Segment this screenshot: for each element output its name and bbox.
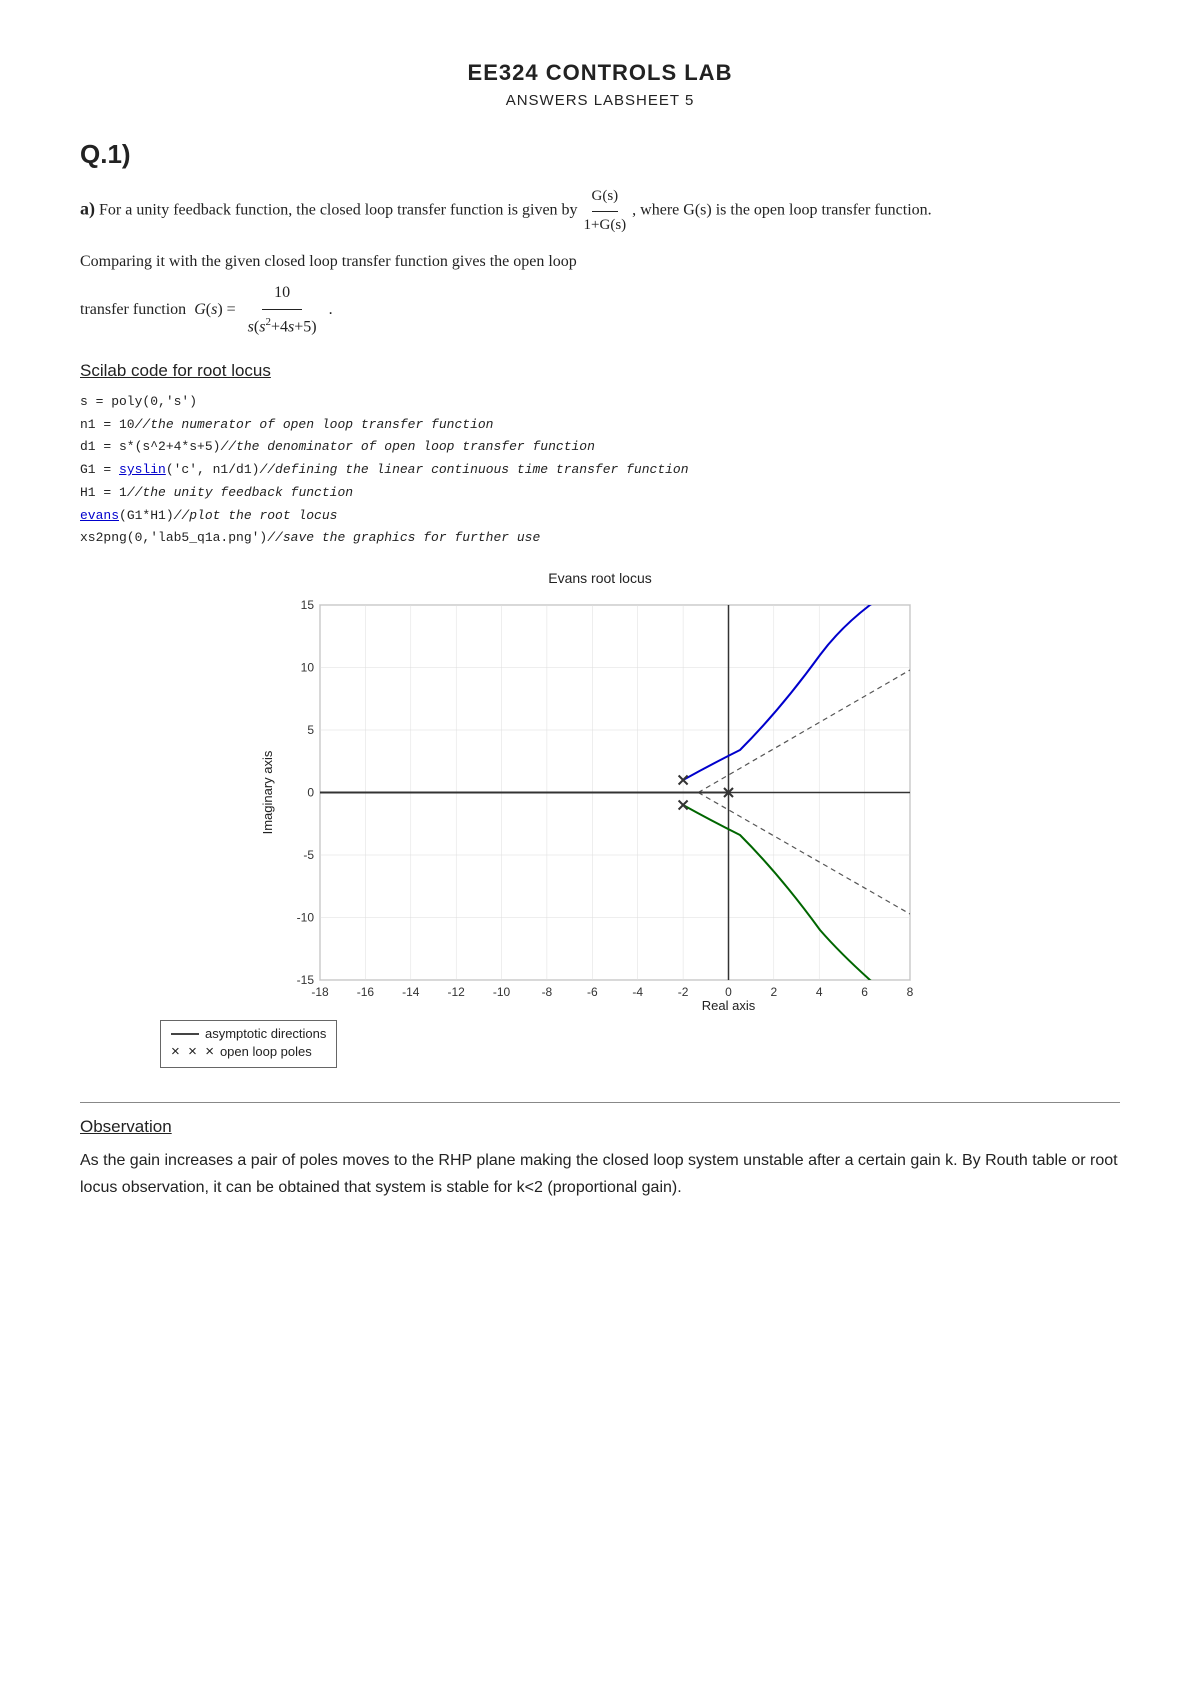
plot-container: -18 -16 -14 -12 -10 -8 -6 -4 -2 0 2 4 6 …: [250, 590, 950, 1010]
svg-text:-16: -16: [357, 985, 375, 999]
part-a-intro: For a unity feedback function, the close…: [99, 202, 578, 219]
svg-text:5: 5: [307, 723, 314, 737]
root-locus-plot: -18 -16 -14 -12 -10 -8 -6 -4 -2 0 2 4 6 …: [250, 590, 950, 1010]
svg-text:8: 8: [907, 985, 914, 999]
svg-text:Imaginary axis: Imaginary axis: [260, 750, 275, 834]
svg-text:-5: -5: [303, 848, 314, 862]
page-subtitle: ANSWERS LABSHEET 5: [80, 92, 1120, 109]
legend-asymptotic-label: asymptotic directions: [205, 1026, 326, 1041]
svg-text:0: 0: [307, 786, 314, 800]
svg-text:-12: -12: [448, 985, 466, 999]
code-block: s = poly(0,'s') n1 = 10//the numerator o…: [80, 391, 1120, 550]
svg-text:10: 10: [301, 661, 315, 675]
legend-poles-label: open loop poles: [220, 1044, 312, 1059]
page-title: EE324 CONTROLS LAB: [80, 60, 1120, 86]
svg-text:4: 4: [816, 985, 823, 999]
svg-text:-6: -6: [587, 985, 598, 999]
svg-text:15: 15: [301, 598, 315, 612]
after-fraction: , where G(s) is the open loop transfer f…: [632, 202, 931, 219]
question-label: Q.1): [80, 139, 1120, 170]
svg-text:-8: -8: [542, 985, 553, 999]
scilab-heading: Scilab code for root locus: [80, 361, 1120, 381]
observation-heading: Observation: [80, 1117, 1120, 1137]
svg-text:-10: -10: [493, 985, 511, 999]
observation-text: As the gain increases a pair of poles mo…: [80, 1147, 1120, 1201]
svg-text:-2: -2: [678, 985, 689, 999]
legend-box: asymptotic directions × × × open loop po…: [160, 1020, 337, 1068]
svg-text:-14: -14: [402, 985, 420, 999]
fraction-gs: G(s) 1+G(s): [584, 184, 627, 238]
svg-text:2: 2: [770, 985, 777, 999]
svg-text:-15: -15: [297, 973, 315, 987]
svg-text:6: 6: [861, 985, 868, 999]
comparing-line1: Comparing it with the given closed loop …: [80, 248, 1120, 275]
plot-area: Evans root locus: [250, 570, 950, 1010]
svg-text:Real axis: Real axis: [702, 998, 756, 1010]
svg-text:0: 0: [725, 985, 732, 999]
transfer-fn-line: transfer function G(s) = 10 s(s2+4s+5) .: [80, 279, 1120, 341]
section-divider: [80, 1102, 1120, 1103]
plot-title: Evans root locus: [250, 570, 950, 586]
svg-text:-18: -18: [311, 985, 329, 999]
svg-text:-10: -10: [297, 911, 315, 925]
svg-text:-4: -4: [632, 985, 643, 999]
part-a-text: a) For a unity feedback function, the cl…: [80, 184, 1120, 238]
